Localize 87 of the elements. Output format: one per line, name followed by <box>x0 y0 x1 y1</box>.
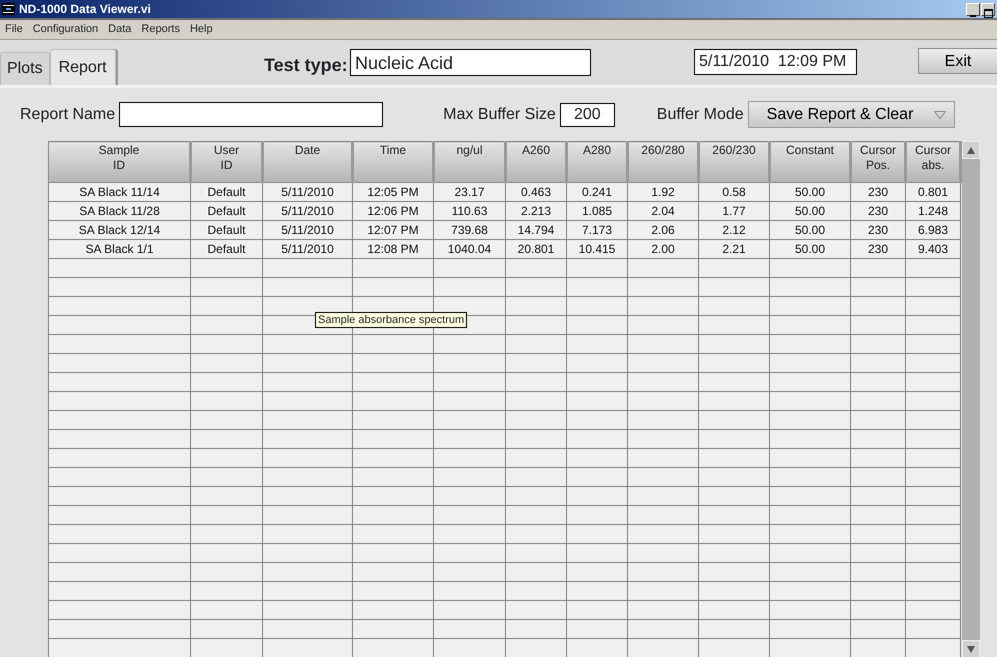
table-cell: 10.415 <box>566 240 628 258</box>
table-cell: 50.00 <box>770 240 850 258</box>
scroll-up-icon[interactable] <box>962 141 980 159</box>
table-cell: 50.00 <box>770 220 850 240</box>
tab[interactable]: Plots <box>0 52 50 85</box>
table-cell: 20.801 <box>506 240 566 258</box>
table-cell: 50.00 <box>770 182 850 202</box>
column-header[interactable]: Sample ID <box>48 142 190 182</box>
table-cell: 230 <box>850 202 906 220</box>
report-name-label: Report Name <box>20 104 116 124</box>
table-cell: 12:08 PM <box>352 240 434 258</box>
table-cell: 230 <box>850 220 906 240</box>
table-cell: 23.17 <box>434 182 506 202</box>
table-cell: Default <box>190 182 262 202</box>
table-cell: 2.04 <box>628 202 698 220</box>
column-header[interactable]: Date <box>262 142 352 182</box>
window-title: ND-1000 Data Viewer.vi <box>19 1 152 18</box>
table-cell: 12:06 PM <box>352 202 434 220</box>
table-cell: Default <box>190 202 262 220</box>
app-icon <box>2 3 15 15</box>
max-buffer-label: Max Buffer Size <box>443 104 556 124</box>
caret-icon <box>934 110 946 118</box>
test-type-field[interactable]: Nucleic Acid <box>350 49 591 76</box>
table-cell: SA Black 12/14 <box>48 220 190 240</box>
table-cell: 5/11/2010 <box>262 202 352 220</box>
menu-item[interactable]: Help <box>184 21 218 38</box>
menu-item[interactable]: Reports <box>136 21 185 38</box>
column-header[interactable]: Cursor abs. <box>906 142 960 182</box>
table-cell: 5/11/2010 <box>262 182 352 202</box>
exit-button[interactable]: Exit <box>918 48 997 74</box>
table-cell: 2.00 <box>628 240 698 258</box>
table-cell: Default <box>190 240 262 258</box>
scrollbar[interactable] <box>962 141 980 657</box>
table-cell: SA Black 1/1 <box>48 240 190 258</box>
max-buffer-field[interactable]: 200 <box>560 102 615 126</box>
column-header[interactable]: 260/230 <box>698 142 770 182</box>
table-cell: 230 <box>850 182 906 202</box>
table-cell: 1.92 <box>628 182 698 202</box>
table-cell: 50.00 <box>770 202 850 220</box>
table-cell: 7.173 <box>566 220 628 240</box>
table-cell: 1.77 <box>698 202 770 220</box>
tooltip: Sample absorbance spectrum <box>315 312 468 328</box>
table-cell: 9.403 <box>906 240 960 258</box>
column-header[interactable]: Time <box>352 142 434 182</box>
table-cell: 0.241 <box>566 182 628 202</box>
table-cell: 12:05 PM <box>352 182 434 202</box>
table-cell: 12:07 PM <box>352 220 434 240</box>
buffer-mode-label: Buffer Mode <box>656 104 744 124</box>
column-header[interactable]: Cursor Pos. <box>850 142 906 182</box>
table-cell: 1.085 <box>566 202 628 220</box>
table-cell: 230 <box>850 240 906 258</box>
table-cell: Default <box>190 220 262 240</box>
table-cell: 5/11/2010 <box>262 240 352 258</box>
report-name-field[interactable] <box>119 102 384 127</box>
table-cell: SA Black 11/28 <box>48 202 190 220</box>
column-header[interactable]: Constant <box>770 142 850 182</box>
table-cell: SA Black 11/14 <box>48 182 190 202</box>
table-cell: 6.983 <box>906 220 960 240</box>
menu-item[interactable]: File <box>0 21 28 38</box>
table-cell: 5/11/2010 <box>262 220 352 240</box>
table-cell: 14.794 <box>506 220 566 240</box>
table-cell: 2.06 <box>628 220 698 240</box>
table-cell: 110.63 <box>434 202 506 220</box>
table-cell: 0.801 <box>906 182 960 202</box>
tab[interactable]: Report <box>50 49 116 85</box>
buffer-mode-dropdown[interactable]: Save Report & Clear <box>748 101 955 128</box>
datetime-field[interactable]: 5/11/2010 12:09 PM <box>694 49 857 75</box>
column-header[interactable]: User ID <box>190 142 262 182</box>
table-cell: 1040.04 <box>434 240 506 258</box>
table-cell: 739.68 <box>434 220 506 240</box>
table-cell: 2.21 <box>698 240 770 258</box>
scroll-down-icon[interactable] <box>962 640 980 657</box>
table-cell: 2.213 <box>506 202 566 220</box>
menu-item[interactable]: Data <box>103 21 136 38</box>
table-cell: 1.248 <box>906 202 960 220</box>
column-header[interactable]: 260/280 <box>628 142 698 182</box>
column-header[interactable]: A280 <box>566 142 628 182</box>
column-header[interactable]: A260 <box>506 142 566 182</box>
maximize-icon <box>984 8 992 18</box>
table-cell: 0.463 <box>506 182 566 202</box>
maximize-button[interactable] <box>981 2 995 16</box>
minimize-button[interactable] <box>966 2 980 16</box>
table-cell: 2.12 <box>698 220 770 240</box>
test-type-label: Test type: <box>264 54 348 77</box>
menu-item[interactable]: Configuration <box>28 21 104 38</box>
column-header[interactable]: ng/ul <box>434 142 506 182</box>
table-cell: 0.58 <box>698 182 770 202</box>
